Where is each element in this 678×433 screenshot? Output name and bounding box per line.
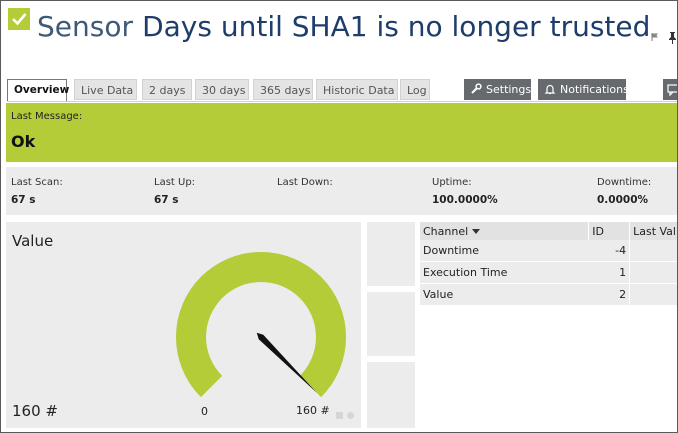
page-title: Sensor Days until SHA1 is no longer trus… [37,13,650,41]
channel-name: Execution Time [420,261,589,284]
gauge-panel: Value 160 # 0 160 # [6,222,361,428]
gauge-min-label: 0 [201,405,208,418]
stats-bar: Last Scan: 67 s Last Up: 67 s Last Down:… [6,167,677,215]
channel-last-value [629,240,677,262]
gauge-title: Value [12,232,54,250]
tab-label: 30 days [202,84,246,97]
mini-graph-2 [367,292,415,356]
last-scan: Last Scan: 67 s [11,177,63,206]
tab-log[interactable]: Log [400,79,430,100]
notifications-label: Notifications [560,83,629,96]
channel-id: -4 [588,240,630,262]
tab-live-data[interactable]: Live Data [74,79,137,100]
tab-divider [7,101,677,102]
settings-button[interactable]: Settings [464,79,531,100]
mini-graph-1 [367,222,415,286]
channel-name: Value [420,283,589,306]
channel-id: 1 [588,261,630,284]
uptime-label: Uptime: [432,177,472,188]
column-header-channel[interactable]: Channel [420,222,590,240]
table-row[interactable]: Value 2 [420,283,677,306]
last-down: Last Down: [277,177,333,194]
last-message-label: Last Message: [11,111,83,122]
gauge-chart [176,252,346,398]
tab-365-days[interactable]: 365 days [253,79,313,100]
uptime-value: 100.0000% [432,194,498,206]
sensor-overview-page: Sensor Days until SHA1 is no longer trus… [0,0,678,433]
check-icon [8,8,30,30]
channel-table: Channel ID Last Val Downtime -4 Executio… [420,222,677,306]
last-message-value: Ok [11,132,36,151]
wrench-icon [471,83,482,94]
tab-2-days[interactable]: 2 days [142,79,192,100]
tab-30-days[interactable]: 30 days [195,79,249,100]
tab-label: 2 days [149,84,186,97]
gauge-needle [256,332,317,393]
table-row[interactable]: Downtime -4 [420,240,677,262]
last-up-label: Last Up: [154,177,196,188]
sort-arrow-icon [472,229,481,234]
comments-button[interactable] [663,79,677,100]
downtime: Downtime: 0.0000% [597,177,651,206]
gauge-fill [176,252,346,398]
last-scan-value: 67 s [11,194,36,206]
uptime: Uptime: 100.0000% [432,177,498,206]
tab-label: Overview [14,84,70,96]
channel-last-value [629,261,677,284]
settings-label: Settings [486,83,532,96]
tab-label: Log [407,84,427,97]
column-header-label: ID [592,224,604,238]
title-prefix: Sensor [37,10,133,43]
pin-icon[interactable] [668,31,677,45]
gauge-max-label: 160 # [296,404,330,417]
column-header-id[interactable]: ID [588,222,631,240]
comment-icon [667,84,677,97]
tab-label: Live Data [81,84,134,97]
gear-icon[interactable] [347,412,354,419]
tab-label: Historic Data [323,84,395,97]
downtime-label: Downtime: [597,177,652,188]
tab-overview[interactable]: Overview [7,79,70,102]
expand-icon[interactable] [336,412,343,419]
last-message-panel: Last Message: Ok [6,103,677,162]
column-header-label: Channel [423,224,469,238]
tab-label: 365 days [260,84,311,97]
channel-last-value [629,283,677,306]
last-up: Last Up: 67 s [154,177,195,206]
notifications-button[interactable]: Notifications [538,79,629,100]
flag-icon[interactable] [651,33,659,41]
table-row[interactable]: Execution Time 1 [420,261,677,284]
column-header-last-value[interactable]: Last Val [629,222,677,240]
table-header-row: Channel ID Last Val [420,222,677,240]
tab-historic-data[interactable]: Historic Data [316,79,398,100]
downtime-value: 0.0000% [597,194,649,206]
channel-id: 2 [588,283,630,306]
channel-name: Downtime [420,240,589,262]
gauge-value: 160 # [12,402,58,420]
mini-graph-3 [367,362,415,428]
column-header-label: Last Val [633,224,676,238]
last-scan-label: Last Scan: [11,177,63,188]
sensor-name: Days until SHA1 is no longer trusted [142,10,651,43]
last-down-label: Last Down: [277,177,333,188]
last-up-value: 67 s [154,194,179,206]
bell-icon [544,84,556,95]
